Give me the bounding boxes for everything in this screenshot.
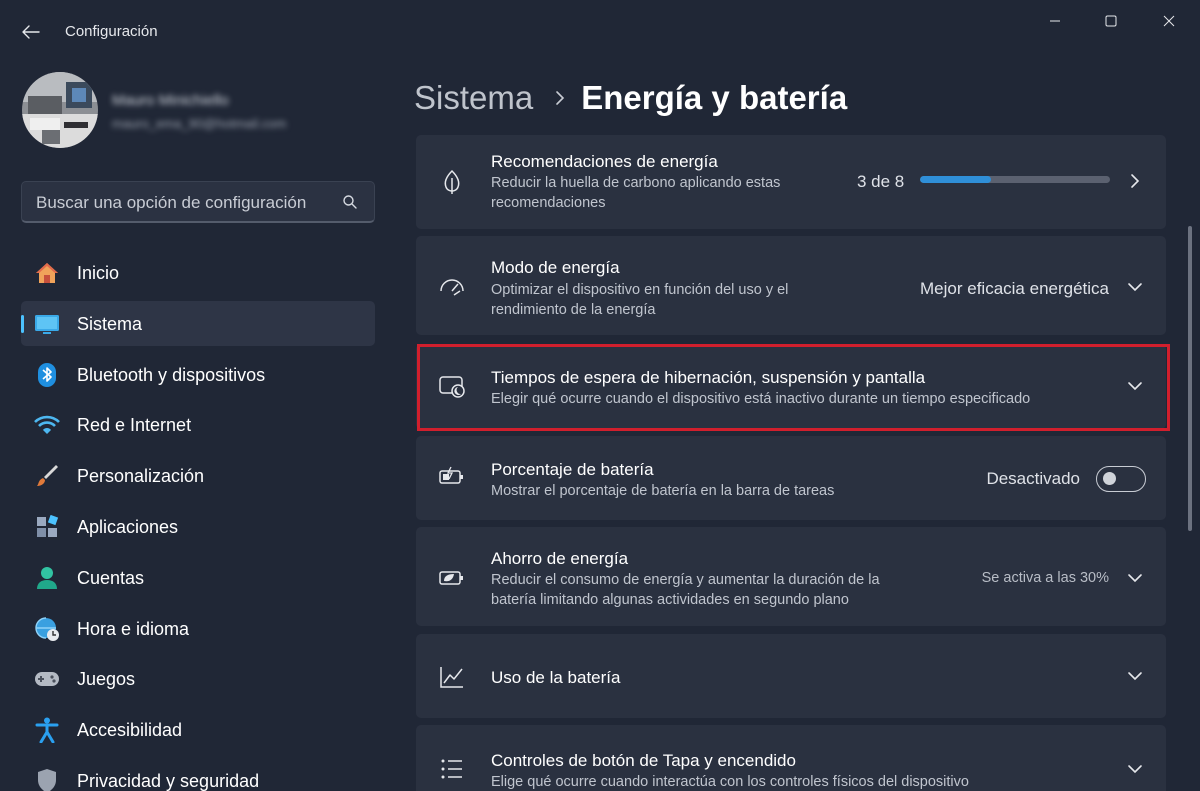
- chevron-down-icon[interactable]: [1126, 278, 1144, 296]
- sidebar-item-label: Red e Internet: [77, 415, 192, 436]
- active-indicator: [21, 314, 24, 333]
- sidebar-item-personalizacion[interactable]: Personalización: [21, 453, 375, 498]
- sidebar-item-sistema[interactable]: Sistema: [21, 300, 375, 346]
- sidebar-item-inicio[interactable]: Inicio: [21, 250, 375, 295]
- close-icon: [1163, 15, 1175, 27]
- chevron-down-icon[interactable]: [1126, 569, 1144, 587]
- card-power-mode[interactable]: Modo de energía Optimizar el dispositivo…: [416, 236, 1166, 335]
- gamepad-icon: [34, 667, 60, 691]
- card-energy-saver[interactable]: Ahorro de energía Reducir el consumo de …: [416, 527, 1166, 626]
- sidebar-item-accesibilidad[interactable]: Accesibilidad: [21, 707, 375, 752]
- brush-icon: [34, 464, 60, 488]
- leaf-icon: [438, 168, 466, 196]
- scrollbar[interactable]: [1188, 226, 1192, 531]
- breadcrumb-parent[interactable]: Sistema: [414, 79, 533, 117]
- card-battery-percentage[interactable]: Porcentaje de batería Mostrar el porcent…: [416, 436, 1166, 520]
- energy-saver-threshold: Se activa a las 30%: [981, 570, 1109, 586]
- chevron-right-icon[interactable]: [1126, 172, 1144, 190]
- maximize-button[interactable]: [1088, 6, 1134, 36]
- sidebar-item-label: Personalización: [77, 466, 205, 487]
- card-description: Optimizar el dispositivo en función del …: [491, 282, 789, 318]
- card-title: Uso de la batería: [491, 668, 621, 687]
- sidebar-item-red[interactable]: Red e Internet: [21, 402, 375, 447]
- search-icon[interactable]: [342, 194, 358, 210]
- user-name: Mauro Minichiello: [112, 92, 229, 109]
- chevron-down-icon[interactable]: [1126, 667, 1144, 685]
- card-energy-recommendations[interactable]: Recomendaciones de energía Reducir la hu…: [416, 135, 1166, 229]
- sidebar-nav: Inicio Sistema Bluetooth y dispositivos …: [21, 250, 375, 791]
- home-icon: [34, 261, 60, 285]
- card-title: Porcentaje de batería: [491, 460, 654, 479]
- recommendations-progress: [920, 176, 1110, 183]
- sidebar-item-label: Hora e idioma: [77, 618, 190, 639]
- card-description: Reducir la huella de carbono aplicando e…: [491, 175, 781, 211]
- title-bar: Configuración: [0, 0, 1200, 48]
- sidebar-item-label: Privacidad y seguridad: [77, 770, 260, 791]
- apps-icon: [34, 514, 60, 539]
- page-title: Energía y batería: [581, 79, 848, 116]
- card-title: Modo de energía: [491, 258, 620, 277]
- progress-fill: [920, 176, 992, 183]
- back-button[interactable]: [14, 16, 48, 48]
- minimize-icon: [1050, 20, 1060, 22]
- sidebar-item-label: Accesibilidad: [77, 720, 183, 741]
- battery-icon: [438, 462, 466, 490]
- card-title: Tiempos de espera de hibernación, suspen…: [491, 368, 926, 387]
- chevron-down-icon[interactable]: [1126, 377, 1144, 395]
- power-mode-select[interactable]: Mejor eficacia energética: [920, 279, 1109, 299]
- sidebar-item-hora[interactable]: Hora e idioma: [21, 606, 375, 651]
- maximize-icon: [1105, 15, 1117, 27]
- wifi-icon: [34, 413, 60, 437]
- bluetooth-icon: [34, 362, 60, 387]
- card-sleep-timeouts[interactable]: Tiempos de espera de hibernación, suspen…: [416, 344, 1166, 429]
- toggle-knob: [1103, 472, 1116, 485]
- sidebar-item-juegos[interactable]: Juegos: [21, 656, 375, 701]
- breadcrumb: Sistema Energía y batería: [414, 76, 847, 120]
- person-icon: [34, 566, 60, 590]
- card-title: Recomendaciones de energía: [491, 152, 718, 171]
- chart-icon: [438, 663, 466, 691]
- card-description: Elegir qué ocurre cuando el dispositivo …: [491, 391, 1031, 407]
- sidebar-item-aplicaciones[interactable]: Aplicaciones: [21, 504, 375, 549]
- app-title: Configuración: [65, 23, 158, 40]
- search-box[interactable]: Buscar una opción de configuración: [21, 181, 375, 223]
- close-button[interactable]: [1146, 6, 1192, 36]
- sidebar-item-label: Sistema: [77, 313, 143, 334]
- recommendations-count: 3 de 8: [857, 172, 905, 191]
- accessibility-icon: [34, 717, 60, 744]
- card-battery-usage[interactable]: Uso de la batería: [416, 634, 1166, 718]
- shield-icon: [34, 768, 60, 791]
- sidebar-item-privacidad[interactable]: Privacidad y seguridad: [21, 758, 375, 791]
- user-email: mauro_ema_90@hotmail.com: [112, 116, 287, 131]
- card-lid-power-controls[interactable]: Controles de botón de Tapa y encendido E…: [416, 725, 1166, 791]
- battery-percentage-toggle[interactable]: [1096, 466, 1146, 492]
- sidebar-item-label: Juegos: [77, 669, 136, 690]
- minimize-button[interactable]: [1032, 6, 1078, 36]
- screen-timeout-icon: [438, 373, 466, 401]
- battery-saver-icon: [438, 563, 466, 591]
- list-icon: [438, 755, 466, 783]
- sidebar-item-label: Aplicaciones: [77, 516, 179, 537]
- sidebar-item-cuentas[interactable]: Cuentas: [21, 555, 375, 600]
- sidebar-item-bluetooth[interactable]: Bluetooth y dispositivos: [21, 352, 375, 397]
- card-description: Reducir el consumo de energía y aumentar…: [491, 572, 880, 608]
- chevron-down-icon[interactable]: [1126, 760, 1144, 778]
- search-input[interactable]: Buscar una opción de configuración: [36, 193, 306, 213]
- card-title: Ahorro de energía: [491, 549, 629, 568]
- clock-globe-icon: [34, 616, 60, 641]
- settings-list: Recomendaciones de energía Reducir la hu…: [416, 135, 1168, 791]
- sidebar-item-label: Inicio: [77, 263, 120, 283]
- back-arrow-icon: [22, 25, 40, 39]
- user-profile[interactable]: Mauro Minichiello mauro_ema_90@hotmail.c…: [22, 72, 382, 152]
- avatar: [22, 72, 98, 148]
- sidebar-item-label: Bluetooth y dispositivos: [77, 364, 266, 385]
- gauge-icon: [438, 272, 466, 300]
- card-description: Elige qué ocurre cuando interactúa con l…: [491, 774, 969, 790]
- chevron-right-icon: [555, 90, 565, 106]
- toggle-state-label: Desactivado: [986, 469, 1080, 488]
- card-title: Controles de botón de Tapa y encendido: [491, 751, 796, 770]
- sidebar-item-label: Cuentas: [77, 567, 145, 588]
- monitor-icon: [34, 312, 60, 336]
